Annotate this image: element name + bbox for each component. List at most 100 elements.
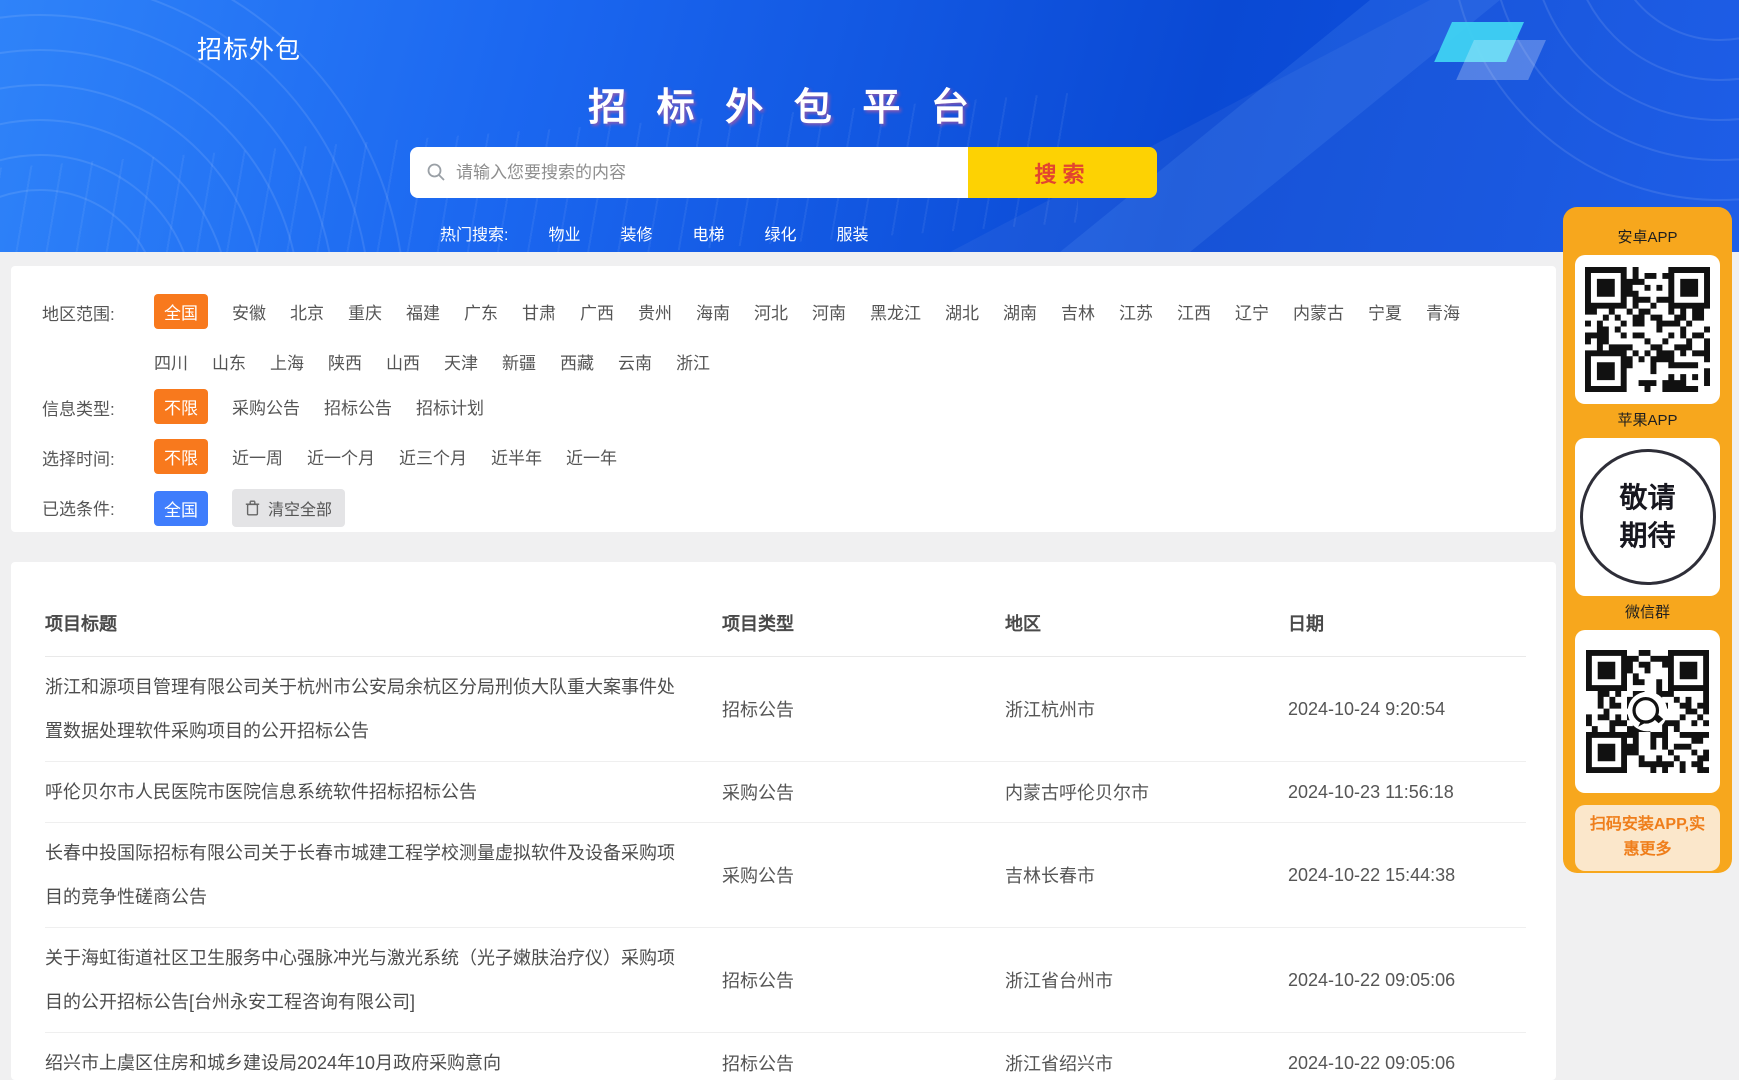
time-tag[interactable]: 近一年: [566, 444, 617, 469]
region-tag[interactable]: 江苏: [1119, 299, 1153, 324]
column-header-date: 日期: [1288, 610, 1526, 636]
table-row[interactable]: 关于海虹街道社区卫生服务中心强脉冲光与激光系统（光子嫩肤治疗仪）采购项目的公开招…: [45, 928, 1526, 1033]
region-tag[interactable]: 四川: [154, 349, 188, 374]
project-title[interactable]: 浙江和源项目管理有限公司关于杭州市公安局余杭区分局刑侦大队重大案事件处置数据处理…: [45, 665, 722, 753]
search-button[interactable]: 搜索: [968, 147, 1157, 198]
region-tag[interactable]: 西藏: [560, 349, 594, 374]
table-row[interactable]: 呼伦贝尔市人民医院市医院信息系统软件招标招标公告 采购公告 内蒙古呼伦贝尔市 2…: [45, 762, 1526, 823]
info-type-tag[interactable]: 招标公告: [324, 394, 392, 419]
table-row[interactable]: 长春中投国际招标有限公司关于长春市城建工程学校测量虚拟软件及设备采购项目的竞争性…: [45, 823, 1526, 928]
project-region: 吉林长春市: [1005, 862, 1288, 888]
time-tag[interactable]: 近三个月: [399, 444, 467, 469]
search-input[interactable]: [410, 147, 968, 198]
region-tag[interactable]: 陕西: [328, 349, 362, 374]
info-type-tag[interactable]: 采购公告: [232, 394, 300, 419]
hot-search-item[interactable]: 物业: [548, 221, 580, 245]
region-tag[interactable]: 贵州: [638, 299, 672, 324]
filter-row-selected: 已选条件: 全国 清空全部: [42, 489, 1556, 527]
filter-row-time: 选择时间: 不限 近一周近一个月近三个月近半年近一年: [42, 439, 1556, 474]
region-tag[interactable]: 吉林: [1061, 299, 1095, 324]
site-logo[interactable]: 招标外包: [197, 30, 301, 66]
region-tag[interactable]: 天津: [444, 349, 478, 374]
region-tag[interactable]: 甘肃: [522, 299, 556, 324]
filter-label-time: 选择时间:: [42, 439, 154, 474]
table-header: 项目标题 项目类型 地区 日期: [45, 562, 1526, 657]
region-tag[interactable]: 河南: [812, 299, 846, 324]
column-header-type: 项目类型: [722, 610, 1005, 636]
wechat-group-label: 微信群: [1625, 601, 1670, 622]
project-type: 招标公告: [722, 1050, 1005, 1076]
region-tag[interactable]: 辽宁: [1235, 299, 1269, 324]
clear-all-label: 清空全部: [268, 496, 332, 520]
project-date: 2024-10-22 09:05:06: [1288, 1053, 1526, 1074]
region-tag[interactable]: 广东: [464, 299, 498, 324]
wechat-qr-code: [1575, 630, 1720, 793]
android-app-label: 安卓APP: [1617, 226, 1677, 247]
region-tag[interactable]: 重庆: [348, 299, 382, 324]
region-tag[interactable]: 浙江: [676, 349, 710, 374]
region-tag[interactable]: 广西: [580, 299, 614, 324]
region-tag[interactable]: 上海: [270, 349, 304, 374]
region-tag[interactable]: 福建: [406, 299, 440, 324]
region-tag[interactable]: 安徽: [232, 299, 266, 324]
time-tag-selected[interactable]: 不限: [154, 439, 208, 474]
project-title[interactable]: 绍兴市上虞区住房和城乡建设局2024年10月政府采购意向: [45, 1041, 722, 1080]
region-tag[interactable]: 云南: [618, 349, 652, 374]
region-tag[interactable]: 黑龙江: [870, 299, 921, 324]
header-banner: 招标外包 招 标 外 包 平 台 搜索 热门搜索: 物业装修电梯绿化服装: [0, 0, 1739, 252]
install-app-button[interactable]: 扫码安装APP,实惠更多: [1575, 805, 1720, 871]
region-tag[interactable]: 宁夏: [1368, 299, 1402, 324]
filter-row-region: 地区范围: 全国 安徽北京重庆福建广东甘肃广西贵州海南河北河南黑龙江湖北湖南吉林…: [42, 294, 1556, 374]
hot-search-item[interactable]: 服装: [837, 221, 869, 245]
region-tag[interactable]: 河北: [754, 299, 788, 324]
page-title: 招 标 外 包 平 台: [410, 76, 1157, 131]
search-box: [410, 147, 968, 198]
region-tag[interactable]: 山东: [212, 349, 246, 374]
region-tag[interactable]: 湖北: [945, 299, 979, 324]
ios-coming-soon-box: 敬请期待: [1575, 438, 1720, 596]
region-tag[interactable]: 内蒙古: [1293, 299, 1344, 324]
column-header-title: 项目标题: [45, 610, 722, 636]
region-tag[interactable]: 海南: [696, 299, 730, 324]
page: 招标外包 招 标 外 包 平 台 搜索 热门搜索: 物业装修电梯绿化服装: [0, 0, 1739, 1080]
project-date: 2024-10-23 11:56:18: [1288, 782, 1526, 803]
region-tag[interactable]: 北京: [290, 299, 324, 324]
project-type: 采购公告: [722, 862, 1005, 888]
project-region: 浙江杭州市: [1005, 696, 1288, 722]
region-tag[interactable]: 山西: [386, 349, 420, 374]
region-tag-selected[interactable]: 全国: [154, 294, 208, 329]
app-sidebar: 安卓APP 苹果APP 敬请期待 微信群 扫码安装APP,实惠更多: [1563, 207, 1732, 873]
hero-center: 招 标 外 包 平 台 搜索 热门搜索: 物业装修电梯绿化服装: [410, 76, 1157, 245]
info-type-tag-selected[interactable]: 不限: [154, 389, 208, 424]
project-title[interactable]: 关于海虹街道社区卫生服务中心强脉冲光与激光系统（光子嫩肤治疗仪）采购项目的公开招…: [45, 936, 722, 1024]
table-body: 浙江和源项目管理有限公司关于杭州市公安局余杭区分局刑侦大队重大案事件处置数据处理…: [45, 657, 1526, 1080]
table-row[interactable]: 绍兴市上虞区住房和城乡建设局2024年10月政府采购意向 招标公告 浙江省绍兴市…: [45, 1033, 1526, 1080]
ios-app-label: 苹果APP: [1617, 409, 1677, 430]
table-row[interactable]: 浙江和源项目管理有限公司关于杭州市公安局余杭区分局刑侦大队重大案事件处置数据处理…: [45, 657, 1526, 762]
hot-search-item[interactable]: 电梯: [692, 221, 724, 245]
project-title[interactable]: 长春中投国际招标有限公司关于长春市城建工程学校测量虚拟软件及设备采购项目的竞争性…: [45, 831, 722, 919]
clear-all-button[interactable]: 清空全部: [232, 489, 345, 527]
hot-search-item[interactable]: 绿化: [765, 221, 797, 245]
column-header-region: 地区: [1005, 610, 1288, 636]
project-date: 2024-10-24 9:20:54: [1288, 699, 1526, 720]
region-tag[interactable]: 江西: [1177, 299, 1211, 324]
project-date: 2024-10-22 09:05:06: [1288, 970, 1526, 991]
time-tag[interactable]: 近一个月: [307, 444, 375, 469]
region-tag[interactable]: 青海: [1426, 299, 1460, 324]
selected-condition-tag[interactable]: 全国: [154, 491, 208, 526]
project-region: 浙江省绍兴市: [1005, 1050, 1288, 1076]
search-bar: 搜索: [410, 147, 1157, 198]
hot-search-item[interactable]: 装修: [620, 221, 652, 245]
time-tag[interactable]: 近半年: [491, 444, 542, 469]
time-tag[interactable]: 近一周: [232, 444, 283, 469]
hot-search: 热门搜索: 物业装修电梯绿化服装: [410, 221, 1157, 245]
region-tag[interactable]: 湖南: [1003, 299, 1037, 324]
project-type: 招标公告: [722, 967, 1005, 993]
info-type-tag[interactable]: 招标计划: [416, 394, 484, 419]
project-date: 2024-10-22 15:44:38: [1288, 865, 1526, 886]
region-tag[interactable]: 新疆: [502, 349, 536, 374]
filter-label-region: 地区范围:: [42, 294, 154, 374]
trash-icon: [245, 500, 260, 516]
project-title[interactable]: 呼伦贝尔市人民医院市医院信息系统软件招标招标公告: [45, 770, 722, 814]
